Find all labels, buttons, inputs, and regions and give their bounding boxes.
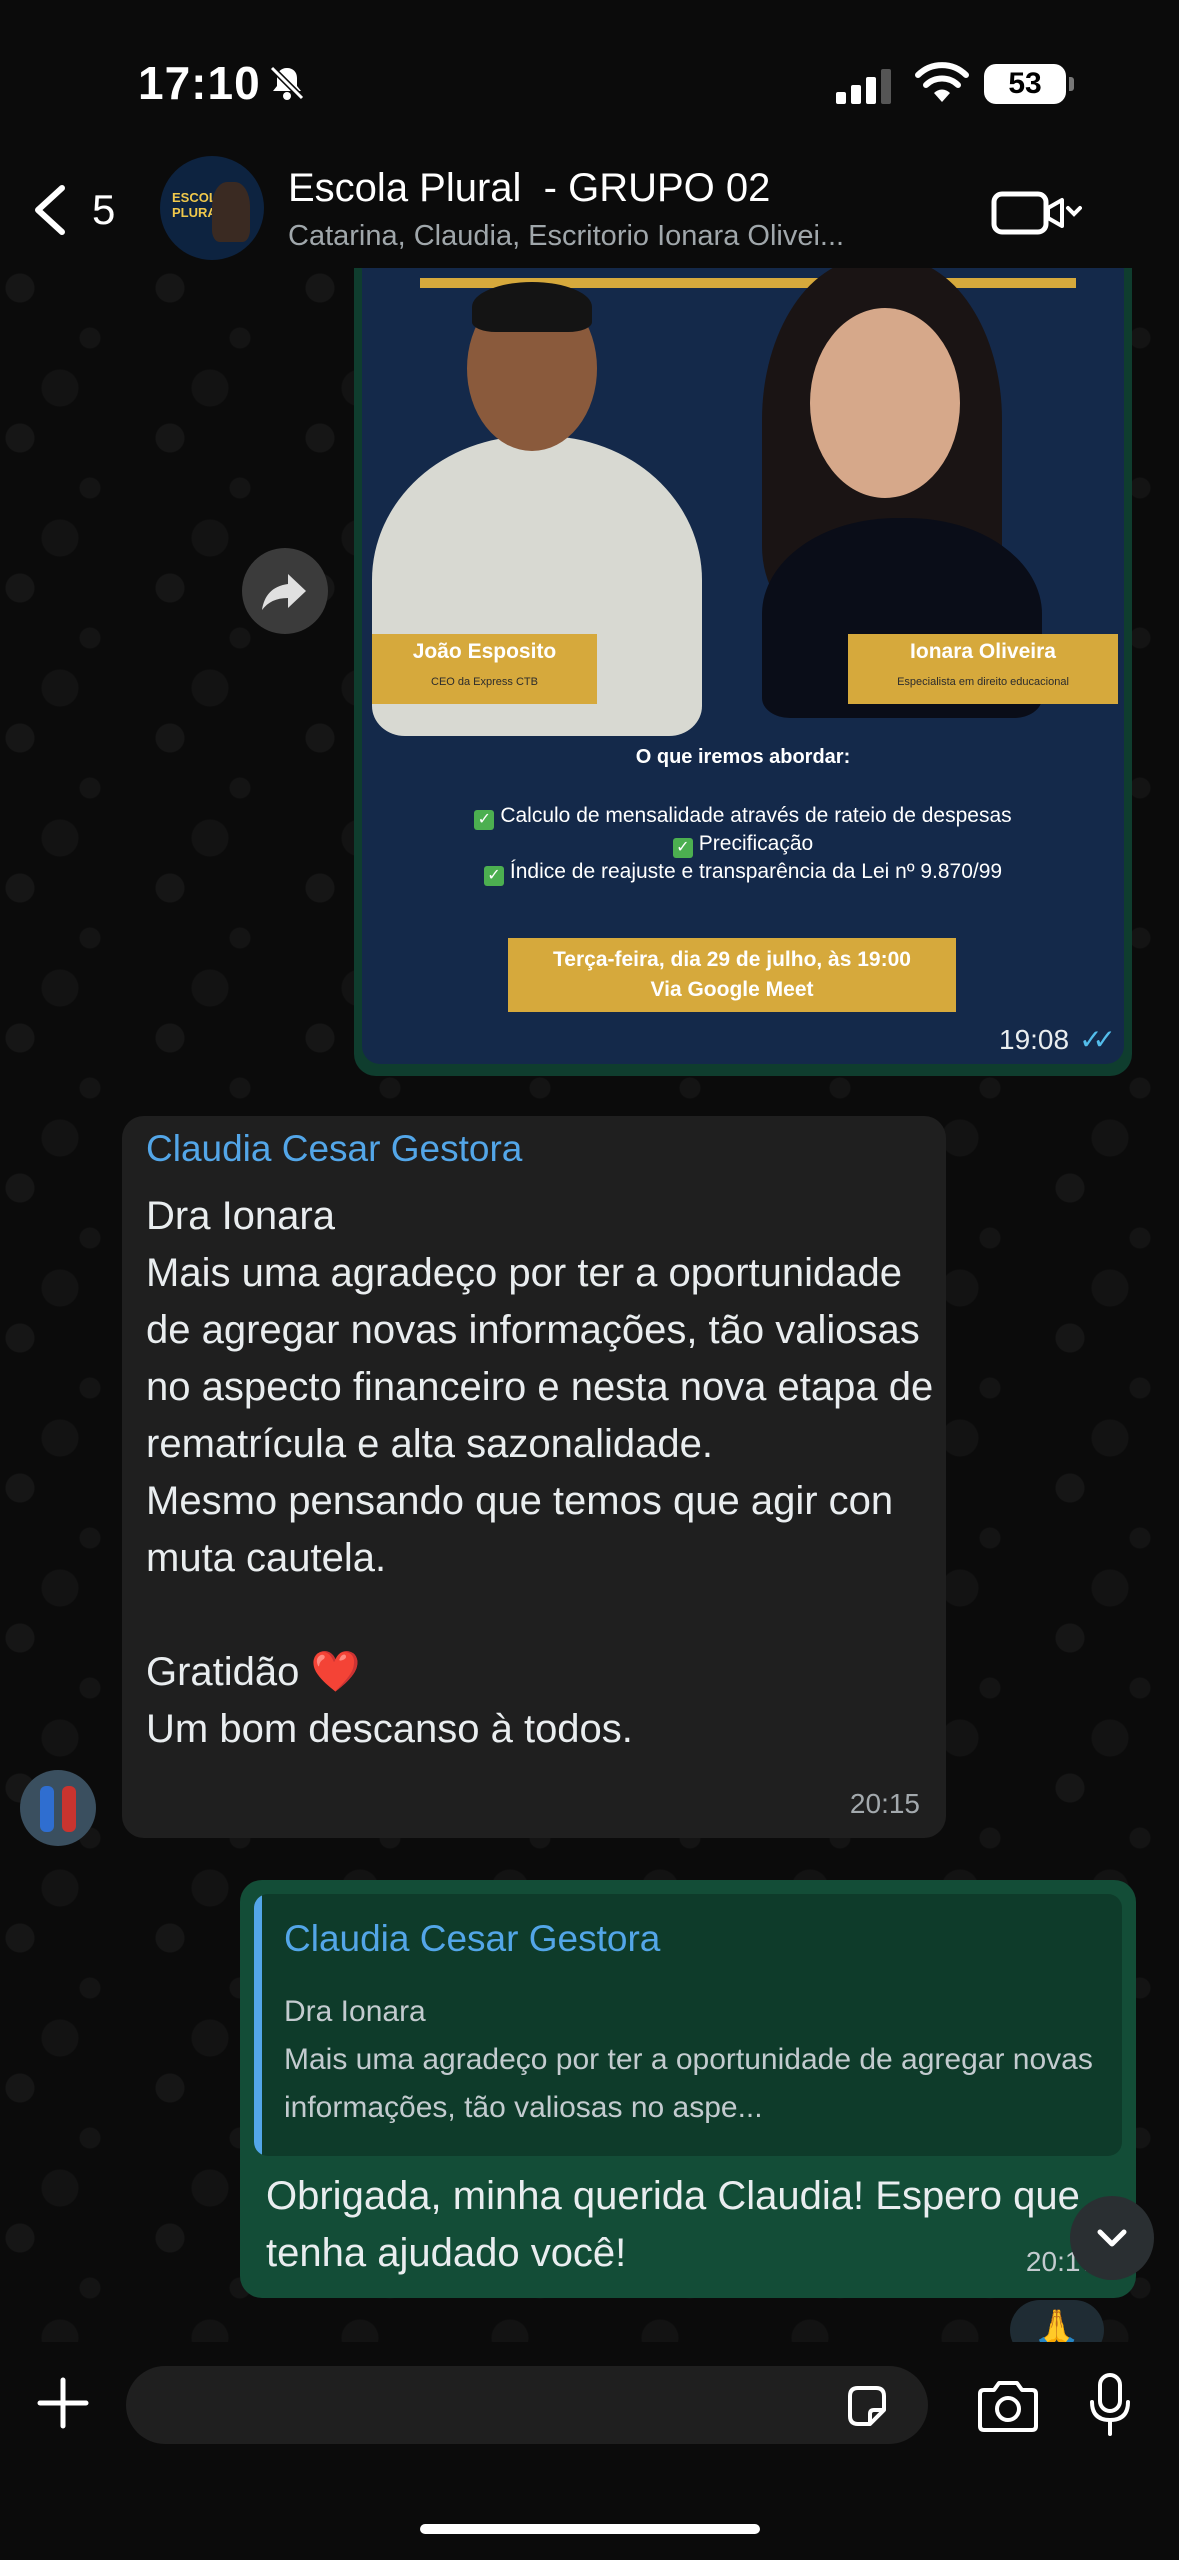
event-platform: Via Google Meet	[650, 978, 814, 1001]
forward-button[interactable]	[242, 548, 328, 634]
event-date: Terça-feira, dia 29 de julho, às 19:00	[553, 948, 911, 971]
group-avatar[interactable]: ESCOLA PLURAL	[160, 156, 264, 260]
signal-icon	[836, 69, 891, 104]
home-indicator	[420, 2524, 760, 2534]
event-poster-image[interactable]: João Esposito CEO da Express CTB Ionara …	[362, 268, 1124, 1064]
outgoing-message[interactable]: Claudia Cesar Gestora Dra Ionara Mais um…	[240, 1880, 1136, 2298]
message-text: Obrigada, minha querida Claudia! Espero …	[266, 2174, 1091, 2275]
sender-name[interactable]: Claudia Cesar Gestora	[146, 1128, 522, 1170]
speaker2-name: Ionara Oliveira	[910, 640, 1056, 663]
chat-header: 5 ESCOLA PLURAL Escola Plural - GRUPO 02 …	[0, 150, 1179, 268]
status-bar: 17:10 53	[0, 0, 1179, 160]
image-message[interactable]: João Esposito CEO da Express CTB Ionara …	[354, 268, 1132, 1076]
mic-icon[interactable]	[1086, 2372, 1134, 2438]
topic-item: ✓ Índice de reajuste e transparência da L…	[362, 858, 1124, 886]
message-input[interactable]	[126, 2366, 928, 2444]
forward-icon	[262, 574, 306, 610]
message-time: 20:15	[849, 1788, 920, 1819]
scroll-down-icon	[1097, 2229, 1127, 2247]
chat-title[interactable]: Escola Plural - GRUPO 02	[288, 166, 770, 211]
camera-icon[interactable]	[974, 2378, 1042, 2434]
read-ticks-icon: ✓✓	[1079, 1024, 1116, 1055]
quoted-message[interactable]: Claudia Cesar Gestora Dra Ionara Mais um…	[254, 1894, 1122, 2156]
check-icon: ✓	[483, 866, 504, 886]
poster-topics: ✓ Calculo de mensalidade através de ratei…	[362, 802, 1124, 886]
sticker-icon[interactable]	[842, 2382, 892, 2432]
status-time: 17:10	[138, 57, 261, 109]
message-text: Dra Ionara Mais uma agradeço por ter a o…	[146, 1194, 934, 1751]
back-unread-count[interactable]: 5	[92, 186, 115, 234]
speaker1-tag: João Esposito CEO da Express CTB	[372, 634, 597, 704]
video-call-icon[interactable]	[990, 188, 1082, 238]
chat-participants[interactable]: Catarina, Claudia, Escritorio Ionara Oli…	[288, 220, 948, 253]
quoted-sender: Claudia Cesar Gestora	[284, 1918, 661, 1959]
speaker2-role: Especialista em direito educacional	[897, 676, 1069, 688]
message-time: 19:08 ✓✓	[999, 1024, 1116, 1055]
speaker1-name: João Esposito	[412, 640, 557, 663]
topic-item: ✓ Calculo de mensalidade através de ratei…	[362, 802, 1124, 830]
check-icon: ✓	[672, 838, 693, 858]
speaker2-tag: Ionara Oliveira Especialista em direito …	[848, 634, 1118, 704]
plus-icon[interactable]	[32, 2372, 94, 2434]
poster-heading: O que iremos abordar:	[635, 746, 851, 768]
sender-avatar[interactable]	[20, 1770, 96, 1846]
quoted-text: Dra Ionara Mais uma agradeço por ter a o…	[284, 1995, 1093, 2124]
wifi-icon	[915, 62, 969, 102]
scroll-down-button[interactable]	[1070, 2196, 1154, 2280]
back-chevron-icon[interactable]	[30, 182, 70, 238]
incoming-message[interactable]: Claudia Cesar Gestora Dra Ionara Mais um…	[122, 1116, 946, 1838]
topic-item: ✓ Precificação	[362, 830, 1124, 858]
heart-emoji: ❤️	[310, 1650, 361, 1694]
speaker1-role: CEO da Express CTB	[431, 676, 538, 688]
bell-slash-icon	[269, 65, 305, 101]
check-icon: ✓	[474, 810, 495, 830]
event-date-box: Terça-feira, dia 29 de julho, às 19:00 V…	[508, 938, 956, 1012]
battery-indicator: 53	[984, 64, 1074, 104]
